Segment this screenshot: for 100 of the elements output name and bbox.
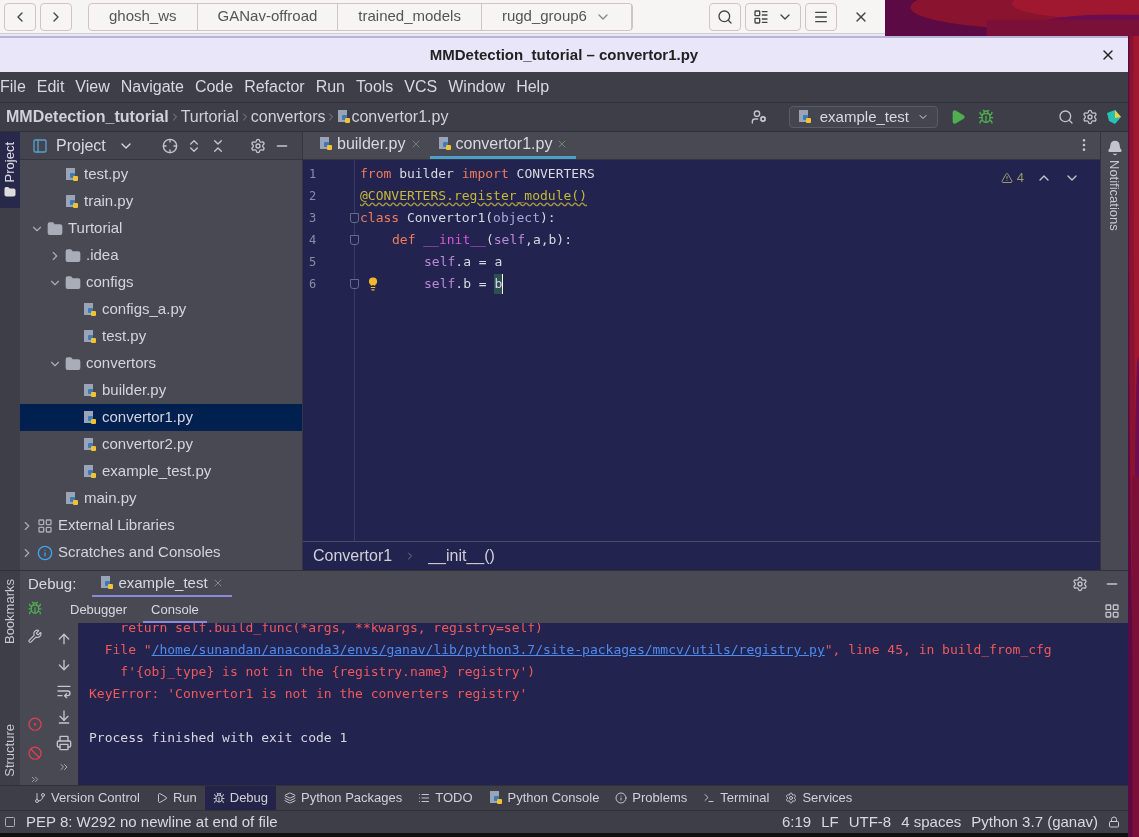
debug-icon[interactable]	[978, 109, 994, 125]
tree-item[interactable]: example_test.py	[20, 458, 302, 485]
settings-icon[interactable]	[1082, 109, 1098, 125]
tree-item[interactable]: Scratches and Consoles	[20, 539, 302, 566]
debug-subtab[interactable]: Debugger	[62, 599, 136, 623]
tool-window-button[interactable]: Run	[147, 785, 205, 811]
status-item[interactable]: 4 spaces	[901, 810, 962, 834]
menu-item[interactable]: Code	[194, 75, 234, 99]
tree-item[interactable]: External Libraries	[20, 512, 302, 539]
warning-count[interactable]: 4	[1000, 168, 1024, 188]
status-item[interactable]: 6:19	[782, 810, 812, 834]
down-icon[interactable]	[56, 657, 72, 673]
up-icon[interactable]	[56, 631, 72, 647]
tree-item[interactable]: Turtorial	[20, 215, 302, 242]
run-config-dropdown[interactable]: example_test	[788, 106, 938, 128]
path-button[interactable]: GANav-offroad	[197, 3, 339, 30]
status-item[interactable]: Python 3.7 (ganav)	[971, 810, 1098, 834]
view-button[interactable]	[745, 2, 801, 31]
side-tab[interactable]: Bookmarks	[2, 579, 18, 645]
tool-window-button[interactable]: TODO	[410, 785, 481, 811]
tree-item[interactable]: configs_a.py	[20, 296, 302, 323]
debug-tab[interactable]: example_test	[92, 571, 232, 597]
breadcrumb[interactable]: Turtorial	[180, 105, 239, 129]
print-icon[interactable]	[56, 735, 72, 751]
tool-window-button[interactable]: Python Packages	[276, 785, 411, 811]
menu-item[interactable]: Run	[315, 75, 345, 99]
code-line: from builder import CONVERTERS	[360, 165, 595, 184]
more-icon[interactable]	[29, 774, 41, 785]
menu-item[interactable]: Refactor	[244, 75, 305, 99]
fold-icon[interactable]	[350, 213, 359, 223]
project-tab[interactable]: Project	[0, 132, 20, 208]
search-icon[interactable]	[1058, 109, 1074, 125]
tool-window-button[interactable]: Debug	[204, 785, 277, 811]
more-icon[interactable]	[58, 761, 70, 773]
line-number: 1	[309, 166, 317, 183]
tree-label: main.py	[84, 488, 137, 509]
menu-item[interactable]: Navigate	[120, 75, 184, 99]
side-tab[interactable]: Structure	[2, 724, 18, 777]
file-icon	[65, 194, 79, 209]
tool-window-button[interactable]: Python Console	[480, 785, 608, 811]
notification-bell-icon[interactable]	[1106, 140, 1123, 156]
menu-button[interactable]	[805, 2, 837, 31]
tree-item[interactable]: builder.py	[20, 377, 302, 404]
menu-item[interactable]: Help	[516, 75, 550, 99]
wrench-icon[interactable]	[27, 629, 43, 644]
status-item[interactable]: LF	[821, 810, 839, 834]
tool-window-button[interactable]: Problems	[607, 785, 696, 811]
settings-icon[interactable]	[250, 137, 266, 154]
path-button[interactable]: trained_models	[338, 3, 482, 30]
notifications-tab[interactable]: Notifications	[1104, 160, 1125, 231]
layout-icon[interactable]	[1104, 603, 1120, 619]
editor-tab[interactable]: builder.py	[311, 132, 430, 159]
breadcrumb[interactable]: MMDetection_tutorial	[6, 105, 169, 129]
fold-icon[interactable]	[350, 235, 359, 245]
lightbulb-icon[interactable]	[366, 277, 380, 291]
tree-item[interactable]: configs	[20, 269, 302, 296]
tree-item[interactable]: convertors	[20, 350, 302, 377]
locate-icon[interactable]	[162, 137, 178, 154]
folder-icon	[65, 274, 81, 291]
menu-item[interactable]: Window	[448, 75, 506, 99]
tree-item[interactable]: convertor1.py	[20, 404, 302, 431]
settings-icon[interactable]	[1072, 576, 1088, 592]
tree-item[interactable]: convertor2.py	[20, 431, 302, 458]
fold-icon[interactable]	[350, 279, 359, 289]
breadcrumb[interactable]: __init__()	[428, 544, 495, 568]
menu-item[interactable]: File	[0, 75, 26, 99]
tool-window-button[interactable]: Version Control	[26, 785, 148, 811]
tree-label: configs	[86, 272, 134, 293]
menu-item[interactable]: Edit	[36, 75, 65, 99]
menu-item[interactable]: View	[75, 75, 110, 99]
tree-item[interactable]: test.py	[20, 161, 302, 188]
tree-item[interactable]: test.py	[20, 323, 302, 350]
breadcrumb[interactable]: Convertor1	[313, 544, 393, 568]
tool-window-button[interactable]: Terminal	[695, 785, 778, 811]
wrap-icon[interactable]	[56, 683, 72, 699]
tree-item[interactable]: .idea	[20, 242, 302, 269]
breadcrumb[interactable]: convertor1.py	[351, 105, 449, 129]
tree-label: builder.py	[102, 380, 167, 401]
code-editor[interactable]: 1 2 3 4 5 6 from builder import CONVERTERS @CONVERTERS.register_module() class Convertor1(object): def __init__(self,a,b): self.a = a self.b = b 4	[303, 160, 1100, 541]
tree-item[interactable]: train.py	[20, 188, 302, 215]
lock-icon[interactable]	[1108, 816, 1120, 828]
folder-icon	[47, 220, 63, 237]
warning-icon	[1000, 171, 1013, 184]
bug-icon[interactable]	[27, 601, 43, 616]
tool-window-button[interactable]: Services	[777, 785, 861, 811]
line-number: 6	[309, 276, 317, 293]
breadcrumb[interactable]: convertors	[250, 105, 326, 129]
tree-item[interactable]: main.py	[20, 485, 302, 512]
menu-item[interactable]: Tools	[356, 75, 394, 99]
square-icon[interactable]	[4, 816, 16, 828]
path-button[interactable]: rugd_group6	[481, 3, 632, 30]
path-button[interactable]: ghosh_ws	[89, 3, 198, 30]
scroll-to-end-icon[interactable]	[56, 709, 72, 725]
menu-item[interactable]: VCS	[404, 75, 438, 99]
status-item[interactable]: UTF-8	[848, 810, 892, 834]
file-icon	[83, 410, 97, 425]
file-link[interactable]: /home/sunandan/anaconda3/envs/ganav/lib/python3.7/site-packages/mmcv/utils/registry.py	[151, 640, 825, 660]
console-line: KeyError: 'Convertor1 is not in the converters registry'	[89, 685, 529, 704]
search-button[interactable]	[709, 2, 741, 31]
run-icon[interactable]	[950, 109, 966, 125]
